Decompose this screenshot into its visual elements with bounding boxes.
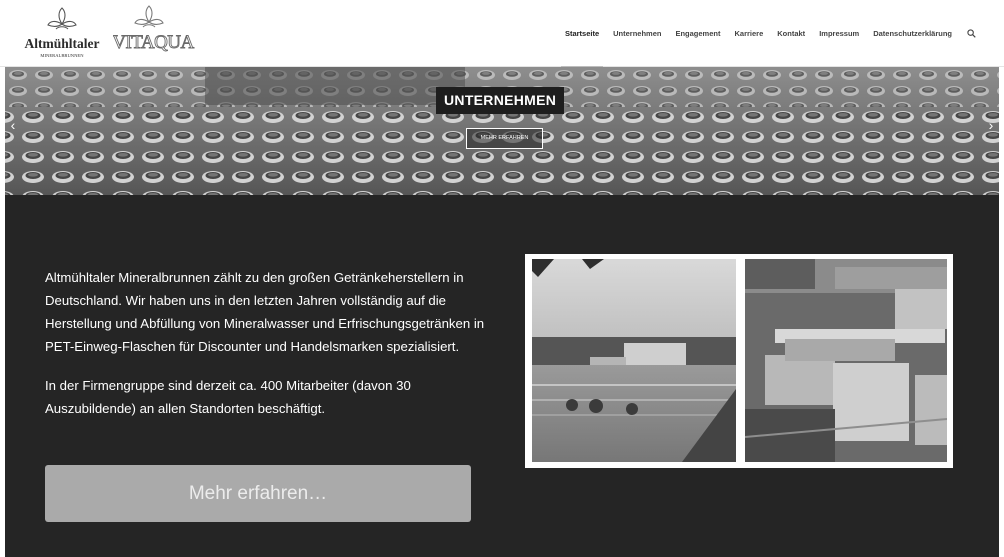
chevron-left-icon[interactable]: ‹ [8,115,18,135]
nav-item-engagement[interactable]: Engagement [675,0,720,67]
svg-text:VITAQUA: VITAQUA [113,32,195,53]
svg-text:MINERALBRUNNEN: MINERALBRUNNEN [40,53,84,58]
search-icon[interactable] [966,0,976,67]
nav-item-impressum[interactable]: Impressum [819,0,859,67]
svg-text:Altmühltaler: Altmühltaler [25,36,100,51]
more-info-button[interactable]: Mehr erfahren… [45,465,471,522]
intro-paragraph-1: Altmühltaler Mineralbrunnen zählt zu den… [45,270,485,354]
hero-title: UNTERNEHMEN [436,87,565,114]
site-header: Altmühltaler MINERALBRUNNEN VITAQUA Star… [0,0,1004,68]
nav-item-startseite[interactable]: Startseite [560,0,604,68]
nav-item-kontakt[interactable]: Kontakt [777,0,805,67]
photo-gallery [525,254,953,468]
altmuehltaler-logo[interactable]: Altmühltaler MINERALBRUNNEN [22,2,102,64]
nav-item-datenschutz[interactable]: Datenschutzerklärung [873,0,952,67]
chevron-right-icon[interactable]: › [986,115,996,135]
intro-text: Altmühltaler Mineralbrunnen zählt zu den… [45,266,495,420]
hero-more-button[interactable]: MEHR ERFAHREN [466,128,543,149]
factory-aerial-photo [745,259,947,462]
main-nav: Startseite Unternehmen Engagement Karrie… [560,0,976,68]
intro-paragraph-2: In der Firmengruppe sind derzeit ca. 400… [45,378,411,416]
nav-item-unternehmen[interactable]: Unternehmen [613,0,661,67]
nav-item-karriere[interactable]: Karriere [734,0,763,67]
facility-landscape-photo [532,259,736,462]
vitaqua-logo[interactable]: VITAQUA [113,2,199,62]
